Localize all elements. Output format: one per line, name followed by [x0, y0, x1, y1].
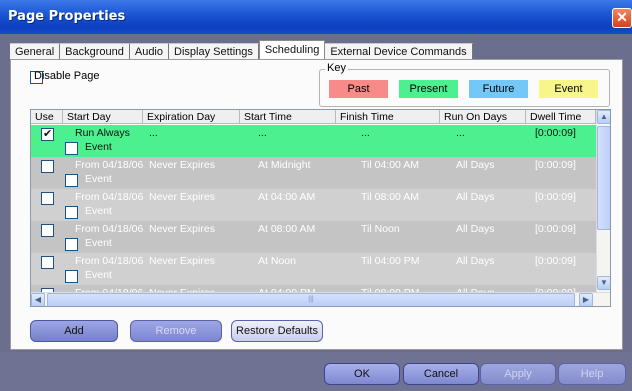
cell-start-day: From 04/18/06 — [75, 255, 144, 267]
use-checkbox[interactable] — [41, 224, 54, 237]
window-title: Page Properties — [8, 9, 126, 24]
chevron-down-icon: ▼ — [600, 278, 608, 287]
cell-start-day: From 04/18/06 — [75, 223, 144, 235]
tab-strip: General Background Audio Display Setting… — [10, 40, 473, 60]
event-label: Event — [85, 205, 112, 217]
key-group-label: Key — [325, 62, 348, 74]
close-button[interactable]: ✕ — [612, 8, 632, 28]
scroll-right-button[interactable]: ▶ — [579, 293, 593, 306]
event-label: Event — [85, 237, 112, 249]
scroll-left-button[interactable]: ◀ — [31, 293, 45, 306]
use-checkbox[interactable] — [41, 192, 54, 205]
event-label: Event — [85, 269, 112, 281]
chevron-right-icon: ▶ — [582, 295, 590, 304]
column-header-start-day[interactable]: Start Day — [63, 110, 143, 124]
vertical-scroll-thumb[interactable] — [597, 126, 610, 230]
cell-expiration-day: ... — [149, 127, 158, 139]
cell-finish-time: Til Noon — [361, 223, 400, 235]
cell-start-time: At Noon — [258, 255, 296, 267]
help-button[interactable]: Help — [558, 363, 626, 385]
key-future: Future — [469, 80, 528, 98]
table-row[interactable]: From 04/18/06 Never Expires At 04:00 AM Til… — [31, 189, 596, 221]
column-header-finish-time[interactable]: Finish Time — [336, 110, 440, 124]
horizontal-scroll-thumb[interactable]: ||| — [47, 293, 575, 306]
grip-icon: ||| — [308, 296, 314, 303]
cell-run-on-days: All Days — [456, 159, 495, 171]
cell-dwell-time: [0:00:09] — [535, 127, 576, 139]
cell-start-time: At 08:00 AM — [258, 223, 316, 235]
horizontal-scrollbar[interactable]: ◀ ||| ▶ — [31, 292, 610, 306]
key-past: Past — [329, 80, 388, 98]
restore-defaults-button[interactable]: Restore Defaults — [231, 320, 323, 342]
column-header-run-on-days[interactable]: Run On Days — [440, 110, 526, 124]
page-properties-dialog: Page Properties ✕ General Background Aud… — [0, 0, 632, 391]
tab-display-settings[interactable]: Display Settings — [169, 43, 259, 60]
key-event: Event — [539, 80, 598, 98]
tab-general[interactable]: General — [10, 43, 61, 60]
chevron-left-icon: ◀ — [34, 295, 42, 304]
cell-dwell-time: [0:00:09] — [535, 191, 576, 203]
table-row[interactable]: From 04/18/06 Never Expires At Midnight Til… — [31, 157, 596, 189]
use-checkbox[interactable] — [41, 127, 54, 141]
cell-expiration-day: Never Expires — [149, 255, 215, 267]
event-label: Event — [85, 173, 112, 185]
cell-expiration-day: Never Expires — [149, 223, 215, 235]
ok-button[interactable]: OK — [324, 363, 400, 385]
close-icon: ✕ — [616, 9, 628, 25]
column-header-start-time[interactable]: Start Time — [240, 110, 336, 124]
cell-finish-time: Til 08:00 AM — [361, 191, 419, 203]
cell-expiration-day: Never Expires — [149, 191, 215, 203]
cell-run-on-days: All Days — [456, 223, 495, 235]
chevron-up-icon: ▲ — [600, 112, 608, 121]
tab-external-device-commands[interactable]: External Device Commands — [325, 43, 473, 60]
cell-finish-time: ... — [361, 127, 370, 139]
event-checkbox[interactable] — [65, 206, 78, 219]
cell-start-time: At 04:00 AM — [258, 191, 316, 203]
cell-dwell-time: [0:00:09] — [535, 223, 576, 235]
add-button[interactable]: Add — [30, 320, 118, 342]
tab-background[interactable]: Background — [60, 43, 130, 60]
column-header-use[interactable]: Use — [31, 110, 63, 124]
cell-start-day: Run Always — [75, 127, 130, 139]
cell-run-on-days: All Days — [456, 255, 495, 267]
cell-dwell-time: [0:00:09] — [535, 255, 576, 267]
column-header-expiration-day[interactable]: Expiration Day — [143, 110, 240, 124]
cell-start-time: At Midnight — [258, 159, 311, 171]
title-bar[interactable]: Page Properties ✕ — [0, 0, 632, 34]
cell-start-time: ... — [258, 127, 267, 139]
cell-start-day: From 04/18/06 — [75, 159, 144, 171]
cancel-button[interactable]: Cancel — [403, 363, 479, 385]
tab-scheduling[interactable]: Scheduling — [258, 40, 326, 60]
scroll-down-button[interactable]: ▼ — [597, 276, 610, 290]
grid-header: Use Start Day Expiration Day Start Time … — [31, 110, 596, 124]
use-checkbox[interactable] — [41, 256, 54, 269]
disable-page-label: Disable Page — [34, 70, 100, 82]
key-present: Present — [399, 80, 458, 98]
scroll-up-button[interactable]: ▲ — [597, 110, 610, 124]
cell-dwell-time: [0:00:09] — [535, 159, 576, 171]
apply-button[interactable]: Apply — [480, 363, 556, 385]
cell-run-on-days: ... — [456, 127, 465, 139]
cell-finish-time: Til 04:00 AM — [361, 159, 419, 171]
event-label: Event — [85, 141, 112, 153]
cell-run-on-days: All Days — [456, 191, 495, 203]
event-checkbox[interactable] — [65, 174, 78, 187]
column-header-dwell-time[interactable]: Dwell Time — [526, 110, 596, 124]
cell-expiration-day: Never Expires — [149, 159, 215, 171]
tab-audio[interactable]: Audio — [129, 43, 169, 60]
vertical-scrollbar[interactable]: ▲ ▼ — [596, 110, 610, 292]
table-row[interactable]: From 04/18/06 Never Expires At Noon Til 04:… — [31, 253, 596, 285]
use-checkbox[interactable] — [41, 160, 54, 173]
cell-finish-time: Til 04:00 PM — [361, 255, 420, 267]
remove-button[interactable]: Remove — [130, 320, 222, 342]
table-row[interactable]: From 04/18/06 Never Expires At 08:00 AM Til… — [31, 221, 596, 253]
event-checkbox[interactable] — [65, 142, 78, 155]
event-checkbox[interactable] — [65, 238, 78, 251]
table-row[interactable]: Run Always............ [0:00:09] Event — [31, 125, 596, 157]
cell-start-day: From 04/18/06 — [75, 191, 144, 203]
schedule-grid: Use Start Day Expiration Day Start Time … — [30, 109, 611, 307]
event-checkbox[interactable] — [65, 270, 78, 283]
